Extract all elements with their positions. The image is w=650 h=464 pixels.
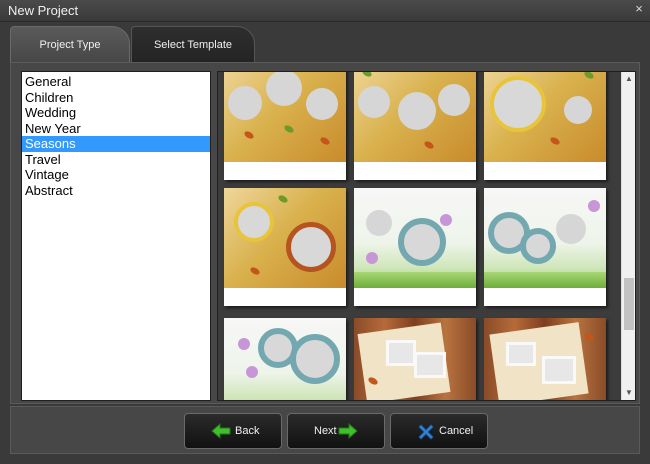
category-list[interactable]: General Children Wedding New Year Season… — [21, 71, 211, 401]
template-preview-image — [224, 318, 346, 400]
template-thumbnail-autumn-1[interactable] — [224, 72, 346, 180]
template-preview-image — [224, 188, 346, 288]
category-item-new-year[interactable]: New Year — [22, 121, 210, 137]
arrow-right-icon — [338, 422, 358, 442]
template-preview-image — [224, 72, 346, 162]
dialog-button-bar: Back Next Cancel — [10, 406, 640, 454]
category-item-general[interactable]: General — [22, 74, 210, 90]
cancel-button[interactable]: Cancel — [390, 413, 488, 449]
template-panel: General Children Wedding New Year Season… — [10, 62, 640, 404]
category-item-wedding[interactable]: Wedding — [22, 105, 210, 121]
template-thumbnail-autumn-2[interactable] — [354, 72, 476, 180]
scroll-up-icon[interactable]: ▲ — [622, 72, 635, 86]
arrow-left-icon — [211, 422, 231, 442]
cancel-button-label: Cancel — [439, 425, 474, 437]
template-thumbnail-autumn-3[interactable] — [484, 72, 606, 180]
template-preview-image — [484, 188, 606, 288]
category-item-seasons[interactable]: Seasons — [22, 136, 210, 152]
x-icon — [417, 423, 435, 444]
template-preview-image — [484, 318, 606, 400]
title-bar: New Project × — [0, 0, 650, 22]
next-button-label: Next — [314, 425, 337, 437]
template-thumbnail-wood-1[interactable] — [354, 318, 476, 400]
back-button-label: Back — [235, 425, 260, 437]
close-icon[interactable]: × — [632, 1, 646, 17]
template-gallery: ▲ ▼ — [217, 71, 636, 401]
tab-project-type[interactable]: Project Type — [10, 26, 130, 62]
template-thumbnail-spring-2[interactable] — [484, 188, 606, 306]
template-preview-image — [354, 188, 476, 288]
tab-select-template[interactable]: Select Template — [131, 26, 255, 62]
template-thumbnail-spring-3[interactable] — [224, 318, 346, 400]
next-button[interactable]: Next — [287, 413, 385, 449]
category-item-children[interactable]: Children — [22, 90, 210, 106]
template-preview-image — [484, 72, 606, 162]
template-thumbnail-spring-1[interactable] — [354, 188, 476, 306]
template-preview-image — [354, 318, 476, 400]
template-thumbnail-wood-2[interactable] — [484, 318, 606, 400]
template-thumbnail-autumn-4[interactable] — [224, 188, 346, 306]
category-item-travel[interactable]: Travel — [22, 152, 210, 168]
window-title: New Project — [8, 3, 79, 18]
category-item-abstract[interactable]: Abstract — [22, 183, 210, 199]
scrollbar-thumb[interactable] — [624, 278, 634, 330]
category-item-vintage[interactable]: Vintage — [22, 167, 210, 183]
gallery-scrollbar[interactable]: ▲ ▼ — [621, 72, 635, 400]
template-preview-image — [354, 72, 476, 162]
scroll-down-icon[interactable]: ▼ — [622, 386, 635, 400]
back-button[interactable]: Back — [184, 413, 282, 449]
